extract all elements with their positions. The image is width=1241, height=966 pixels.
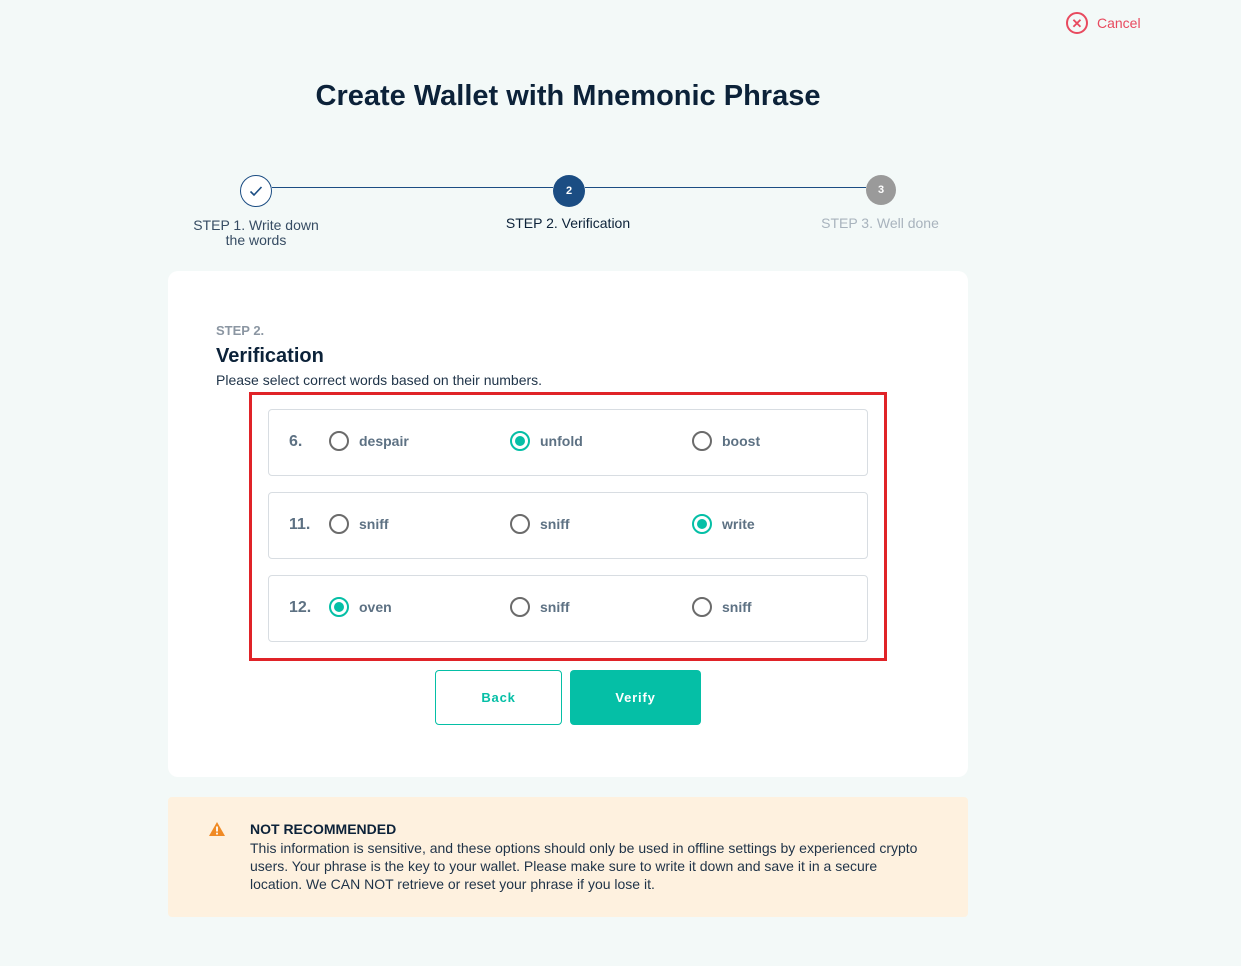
word-option[interactable]: sniff (329, 514, 389, 534)
close-circle-icon: ✕ (1066, 12, 1088, 34)
word-option[interactable]: sniff (510, 514, 570, 534)
word-option[interactable]: write (692, 514, 755, 534)
word-row: 11. sniff sniff write (268, 492, 868, 559)
warning-triangle-icon (209, 822, 225, 836)
radio-button[interactable] (510, 597, 530, 617)
cancel-label: Cancel (1097, 15, 1141, 31)
step-1-indicator (240, 175, 272, 207)
word-option[interactable]: boost (692, 431, 760, 451)
card-step-label: STEP 2. (216, 323, 265, 338)
word-option[interactable]: oven (329, 597, 392, 617)
checkmark-icon (249, 186, 263, 197)
radio-button[interactable] (692, 431, 712, 451)
warning-text: This information is sensitive, and these… (250, 840, 918, 892)
radio-button[interactable] (510, 514, 530, 534)
word-number: 12. (289, 599, 312, 616)
word-option[interactable]: despair (329, 431, 409, 451)
word-option-label: sniff (540, 516, 570, 532)
word-row: 6. despair unfold boost (268, 409, 868, 476)
word-option-label: sniff (722, 599, 752, 615)
step-2-label: STEP 2. Verification (505, 215, 631, 231)
step-3-indicator: 3 (866, 175, 896, 205)
card-title: Verification (216, 345, 324, 367)
page-title: Create Wallet with Mnemonic Phrase (315, 80, 821, 112)
word-option-label: unfold (540, 433, 583, 449)
step-1-label: STEP 1. Write down the words (193, 217, 319, 248)
word-option-label: boost (722, 433, 761, 449)
word-option[interactable]: unfold (510, 431, 583, 451)
card-description: Please select correct words based on the… (216, 372, 543, 388)
back-button[interactable]: Back (435, 670, 562, 725)
word-option-label: oven (359, 599, 392, 615)
word-option-label: write (722, 516, 755, 532)
stepper-connector (272, 187, 553, 188)
radio-button[interactable] (510, 431, 530, 451)
word-number: 6. (289, 433, 303, 450)
cancel-button[interactable]: ✕ Cancel (1066, 12, 1141, 34)
word-option[interactable]: sniff (692, 597, 752, 617)
warning-banner: NOT RECOMMENDED This information is sens… (168, 797, 968, 917)
word-option-label: sniff (359, 516, 389, 532)
step-2-indicator: 2 (553, 175, 585, 207)
radio-button[interactable] (329, 431, 349, 451)
word-row: 12. oven sniff sniff (268, 575, 868, 642)
word-option-label: despair (359, 433, 409, 449)
word-option-label: sniff (540, 599, 570, 615)
word-number: 11. (289, 516, 311, 533)
word-option[interactable]: sniff (510, 597, 570, 617)
radio-button[interactable] (329, 597, 349, 617)
radio-button[interactable] (692, 597, 712, 617)
warning-title: NOT RECOMMENDED (250, 821, 397, 837)
step-3-label: STEP 3. Well done (821, 215, 939, 231)
verify-button[interactable]: Verify (570, 670, 701, 725)
radio-button[interactable] (692, 514, 712, 534)
radio-button[interactable] (329, 514, 349, 534)
stepper-connector (585, 187, 866, 188)
